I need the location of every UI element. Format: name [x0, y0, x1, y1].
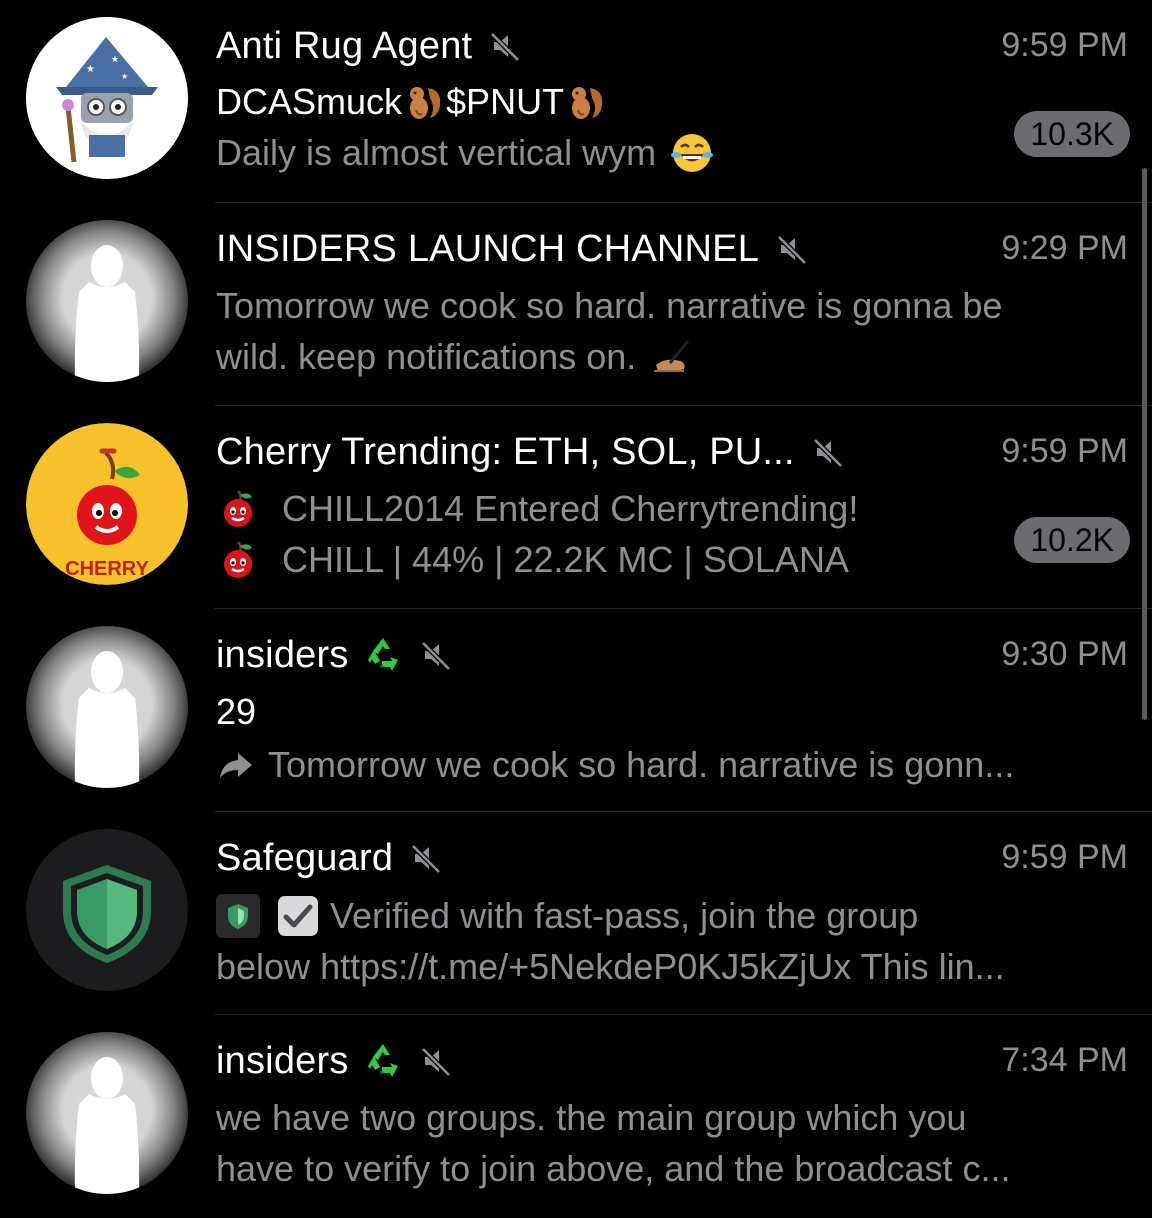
muted-icon: [419, 1044, 453, 1078]
chat-time: 9:59 PM: [1001, 432, 1128, 470]
sender-line: 29: [216, 689, 256, 735]
unread-badge: 10.2K: [1014, 517, 1130, 563]
svg-text:★: ★: [111, 54, 119, 64]
chat-title-line: Cherry Trending: ETH, SOL, PU...: [216, 428, 845, 476]
muted-icon: [488, 29, 522, 63]
chat-title: insiders: [216, 633, 349, 676]
recycle-icon: [363, 635, 403, 675]
muted-icon: [811, 435, 845, 469]
chat-title-line: insiders: [216, 631, 453, 679]
message-preview: Daily is almost vertical wym: [216, 132, 657, 173]
chat-row-insiders-launch-channel[interactable]: INSIDERS LAUNCH CHANNEL 9:29 PM Tomorrow…: [0, 203, 1152, 406]
chat-row-insiders[interactable]: insiders 9:30 PM 29 Tomorrow we cook so …: [0, 609, 1152, 812]
message-preview-line-2: below https://t.me/+5NekdeP0KJ5kZjUx Thi…: [216, 946, 1005, 987]
check-box-icon: [276, 894, 320, 938]
message-preview-line-2: wild. keep notifications on.: [216, 336, 637, 377]
avatar-label: CHERRY: [65, 558, 149, 580]
preview-line: CHILL2014 Entered Cherrytrending!: [216, 486, 858, 532]
chat-title: Cherry Trending: ETH, SOL, PU...: [216, 430, 795, 473]
cherry-emoji-icon: [216, 487, 260, 531]
avatar[interactable]: CHERRY: [26, 423, 188, 585]
avatar[interactable]: [26, 626, 188, 788]
chat-title-line: Anti Rug Agent: [216, 22, 522, 70]
chat-time: 7:34 PM: [1001, 1041, 1128, 1079]
squirrel-icon: [564, 80, 608, 124]
chat-title-line: INSIDERS LAUNCH CHANNEL: [216, 225, 809, 273]
chat-row-anti-rug-agent[interactable]: ★ ★ ★ Anti Rug Agent 9:59 PM DCASmuck $P: [0, 0, 1152, 203]
chat-time: 9:30 PM: [1001, 635, 1128, 673]
chat-time: 9:59 PM: [1001, 838, 1128, 876]
person-silhouette-icon: [26, 626, 188, 788]
unread-badge: 10.3K: [1014, 111, 1130, 157]
chat-time: 9:29 PM: [1001, 229, 1128, 267]
preview-line: Tomorrow we cook so hard. narrative is g…: [216, 742, 1014, 788]
squirrel-icon: [402, 80, 446, 124]
preview-line: we have two groups. the main group which…: [216, 1095, 966, 1141]
message-preview-line-1: Tomorrow we cook so hard. narrative is g…: [216, 285, 1003, 326]
sender-tag: $PNUT: [446, 81, 565, 122]
person-silhouette-icon: [26, 220, 188, 382]
chat-title: insiders: [216, 1039, 349, 1082]
chat-list: ★ ★ ★ Anti Rug Agent 9:59 PM DCASmuck $P: [0, 0, 1152, 1200]
chat-row-safeguard[interactable]: Safeguard 9:59 PM Verified with fast-pas…: [0, 812, 1152, 1015]
avatar[interactable]: [26, 829, 188, 991]
chat-row-cherry-trending[interactable]: CHERRY Cherry Trending: ETH, SOL, PU... …: [0, 406, 1152, 609]
message-preview-line-1: CHILL2014 Entered Cherrytrending!: [282, 488, 859, 529]
muted-icon: [419, 638, 453, 672]
chat-title-line: Safeguard: [216, 834, 443, 882]
shield-icon: [26, 829, 188, 991]
chat-row-insiders-2[interactable]: insiders 7:34 PM we have two groups. the…: [0, 1015, 1152, 1218]
preview-line: Daily is almost vertical wym: [216, 130, 714, 176]
message-preview-line-1: Verified with fast-pass, join the group: [330, 895, 919, 936]
recycle-icon: [363, 1041, 403, 1081]
scrollbar[interactable]: [1142, 168, 1147, 720]
wizard-robot-icon: ★ ★ ★: [26, 17, 188, 179]
message-preview-line-2: CHILL | 44% | 22.2K MC | SOLANA: [282, 539, 849, 580]
preview-line: Tomorrow we cook so hard. narrative is g…: [216, 283, 1002, 329]
chat-title: Safeguard: [216, 836, 394, 879]
chat-title-line: insiders: [216, 1037, 453, 1085]
preview-line: have to verify to join above, and the br…: [216, 1146, 1010, 1192]
avatar[interactable]: ★ ★ ★: [26, 17, 188, 179]
sender-name: 29: [216, 691, 257, 732]
avatar[interactable]: [26, 1032, 188, 1194]
chat-title: Anti Rug Agent: [216, 24, 473, 67]
cherry-emoji-icon: [216, 538, 260, 582]
message-preview-line-2: have to verify to join above, and the br…: [216, 1148, 1011, 1189]
sender-name: DCASmuck: [216, 81, 403, 122]
preview-line: Verified with fast-pass, join the group: [216, 893, 918, 939]
preview-line: CHILL | 44% | 22.2K MC | SOLANA: [216, 537, 849, 583]
person-silhouette-icon: [26, 1032, 188, 1194]
sender-line: DCASmuck $PNUT: [216, 79, 608, 125]
avatar[interactable]: [26, 220, 188, 382]
preview-line: below https://t.me/+5NekdeP0KJ5kZjUx Thi…: [216, 944, 1005, 990]
preview-line: wild. keep notifications on.: [216, 334, 694, 380]
svg-text:★: ★: [86, 64, 95, 75]
muted-icon: [409, 841, 443, 875]
message-preview-line-1: we have two groups. the main group which…: [216, 1097, 967, 1138]
forward-arrow-icon: [216, 745, 256, 785]
chat-title: INSIDERS LAUNCH CHANNEL: [216, 227, 760, 270]
muted-icon: [775, 232, 809, 266]
message-preview: Tomorrow we cook so hard. narrative is g…: [268, 744, 1015, 785]
safeguard-shield-icon: [216, 894, 260, 938]
chat-time: 9:59 PM: [1001, 26, 1128, 64]
writing-hand-icon: [650, 335, 694, 379]
svg-text:★: ★: [121, 72, 128, 81]
laughing-emoji-icon: [670, 131, 714, 175]
cherry-icon: CHERRY: [26, 423, 188, 585]
